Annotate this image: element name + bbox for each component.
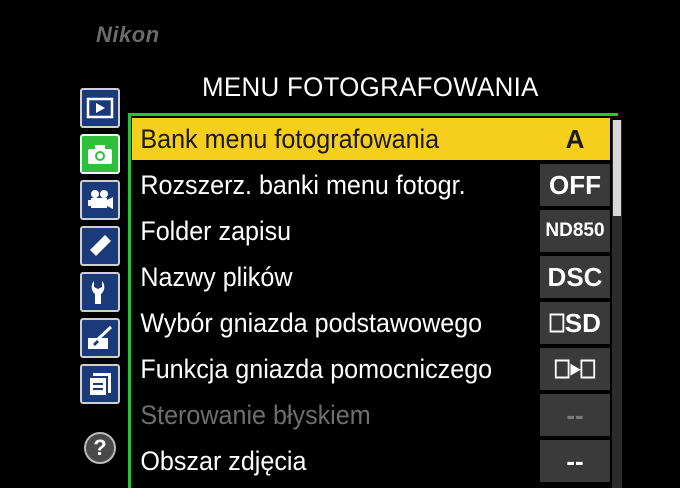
help-button[interactable]: ? [84, 432, 116, 464]
camera-icon [88, 145, 112, 164]
brand-logo: Nikon [96, 22, 160, 47]
menu-item-label: Bank menu fotografowania [140, 124, 440, 154]
menu-item-label: Folder zapisu [140, 216, 292, 246]
menu-item-obszar-zdjecia[interactable]: Obszar zdjęcia -- [132, 440, 610, 482]
menu-item-value: ⎕SD [540, 302, 610, 344]
menu-item-value: ND850 [540, 210, 610, 252]
tab-custom-settings-menu[interactable] [80, 226, 120, 266]
retouch-brush-icon [88, 325, 113, 349]
menu-item-label: Wybór gniazda podstawowego [140, 308, 483, 338]
tab-retouch-menu[interactable] [80, 318, 120, 358]
menu-item-label: Sterowanie błyskiem [140, 400, 371, 430]
menu-item-value: A [540, 118, 610, 160]
help-icon: ? [93, 435, 107, 460]
menu-item-rozszerz-banki[interactable]: Rozszerz. banki menu fotogr. OFF [132, 164, 610, 206]
menu-item-label: Nazwy plików [140, 262, 293, 292]
menu-item-value: OFF [540, 164, 610, 206]
menu-item-folder-zapisu[interactable]: Folder zapisu ND850 [132, 210, 610, 252]
menu-item-value: ⎕▸⎕ [540, 348, 610, 390]
menu-item-funkcja-gniazda[interactable]: Funkcja gniazda pomocniczego ⎕▸⎕ [132, 348, 610, 390]
menu-item-bank-menu-fotografowania[interactable]: Bank menu fotografowania A [132, 118, 610, 160]
active-menu-frame-top [128, 113, 618, 116]
menu-item-label: Rozszerz. banki menu fotogr. [140, 170, 466, 200]
playback-icon [86, 97, 114, 119]
menu-item-value: DSC [540, 256, 610, 298]
tab-movie-shooting-menu[interactable] [80, 180, 120, 220]
movie-camera-icon [88, 190, 113, 209]
menu-item-value: -- [540, 394, 610, 436]
active-menu-frame-left [128, 114, 131, 488]
menu-item-value: -- [540, 440, 610, 482]
menu-item-wybor-gniazda[interactable]: Wybór gniazda podstawowego ⎕SD [132, 302, 610, 344]
wrench-icon [91, 281, 105, 304]
recent-settings-icon [88, 373, 111, 397]
tab-playback-menu[interactable] [80, 88, 120, 128]
scrollbar-thumb[interactable] [613, 120, 621, 216]
tab-photo-shooting-menu[interactable] [80, 134, 120, 174]
page-title: MENU FOTOGRAFOWANIA [202, 72, 539, 102]
menu-item-label: Obszar zdjęcia [140, 446, 307, 476]
pencil-icon [90, 235, 111, 256]
menu-item-sterowanie-blyskiem: Sterowanie błyskiem -- [132, 394, 610, 436]
tab-setup-menu[interactable] [80, 272, 120, 312]
menu-item-label: Funkcja gniazda pomocniczego [140, 354, 493, 384]
menu-scrollbar[interactable] [612, 120, 622, 488]
menu-item-nazwy-plikow[interactable]: Nazwy plików DSC [132, 256, 610, 298]
tab-my-menu[interactable] [80, 364, 120, 404]
menu-tab-sidebar: ? [76, 88, 124, 488]
